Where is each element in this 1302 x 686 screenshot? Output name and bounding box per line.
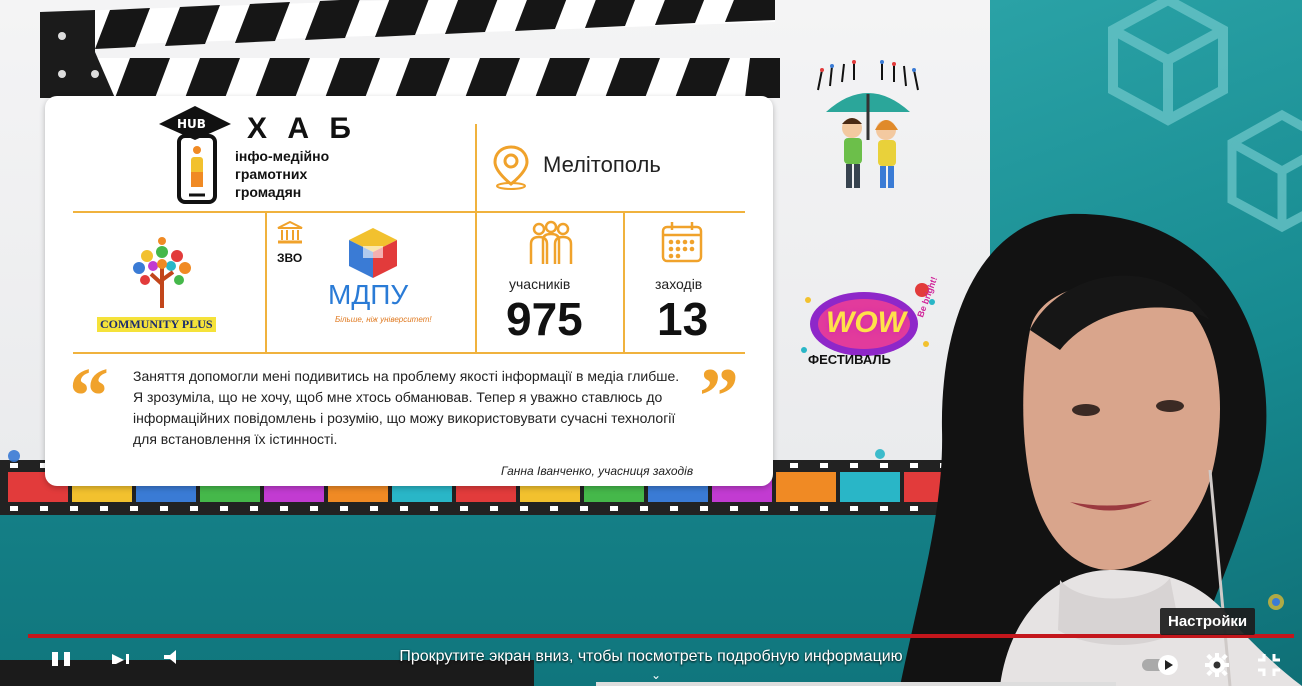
exit-fullscreen-icon[interactable]: [1256, 652, 1282, 678]
community-plus-label: COMMUNITY PLUS: [97, 317, 216, 332]
hub-info-card: HUB Х А Б інфо-медійно грамотних громадя…: [45, 96, 773, 486]
zvo-label: ЗВО: [277, 251, 303, 265]
events-label: заходів: [655, 276, 703, 292]
university-building-icon: [277, 220, 303, 244]
community-tree-logo-icon: [133, 237, 191, 308]
cube-decoration-icon: [1108, 0, 1228, 126]
mdpu-slogan: Більше, ніж університет!: [335, 315, 432, 324]
hub-subtitle-line: громадян: [235, 184, 302, 200]
city-name: Мелітополь: [543, 152, 661, 177]
mdpu-cube-logo-icon: [349, 228, 397, 278]
kids-umbrella-illustration-icon: [817, 60, 919, 188]
hub-title: Х А Б: [247, 112, 357, 145]
events-count: 13: [657, 293, 709, 345]
participants-count: 975: [506, 293, 583, 345]
testimonial-quote: Заняття допомогли мені подивитись на про…: [133, 368, 680, 447]
festival-label: ФЕСТИВАЛЬ: [808, 352, 891, 367]
close-quote-mark: ”: [699, 353, 739, 441]
clapperboard-band: [40, 52, 780, 98]
people-group-icon: [529, 220, 573, 264]
divider: [265, 211, 267, 352]
divider: [73, 352, 745, 354]
divider: [475, 124, 477, 352]
next-icon[interactable]: [110, 652, 134, 664]
settings-tooltip: Настройки: [1160, 608, 1256, 635]
location-pin-icon: [493, 145, 529, 190]
divider: [623, 211, 625, 352]
autoplay-toggle-icon[interactable]: [1140, 652, 1184, 678]
divider: [73, 211, 745, 213]
clapperboard-top: [40, 0, 775, 52]
open-quote-mark: “: [69, 353, 109, 441]
calendar-icon: [661, 222, 703, 263]
testimonial-author: Ганна Іванченко, учасниця заходів: [501, 464, 694, 478]
scroll-down-hint[interactable]: Прокрутите экран вниз, чтобы посмотреть …: [0, 648, 1302, 666]
hub-badge: HUB: [177, 117, 206, 131]
hub-phone-logo-icon: HUB: [159, 106, 231, 204]
settings-gear-icon[interactable]: [1204, 652, 1230, 678]
chevron-down-icon[interactable]: ⌄: [651, 668, 661, 682]
presentation-slide: HUB Х А Б інфо-медійно грамотних громадя…: [0, 0, 990, 515]
channel-watermark-icon[interactable]: [1266, 592, 1286, 612]
hub-subtitle-line: інфо-медійно: [235, 148, 330, 164]
volume-icon[interactable]: [162, 650, 186, 664]
pause-icon[interactable]: [50, 650, 74, 666]
mdpu-name: МДПУ: [328, 279, 409, 310]
video-player[interactable]: HUB Х А Б інфо-медійно грамотних громадя…: [0, 0, 1302, 686]
participants-label: учасників: [509, 276, 571, 292]
hub-subtitle-line: грамотних: [235, 166, 308, 182]
